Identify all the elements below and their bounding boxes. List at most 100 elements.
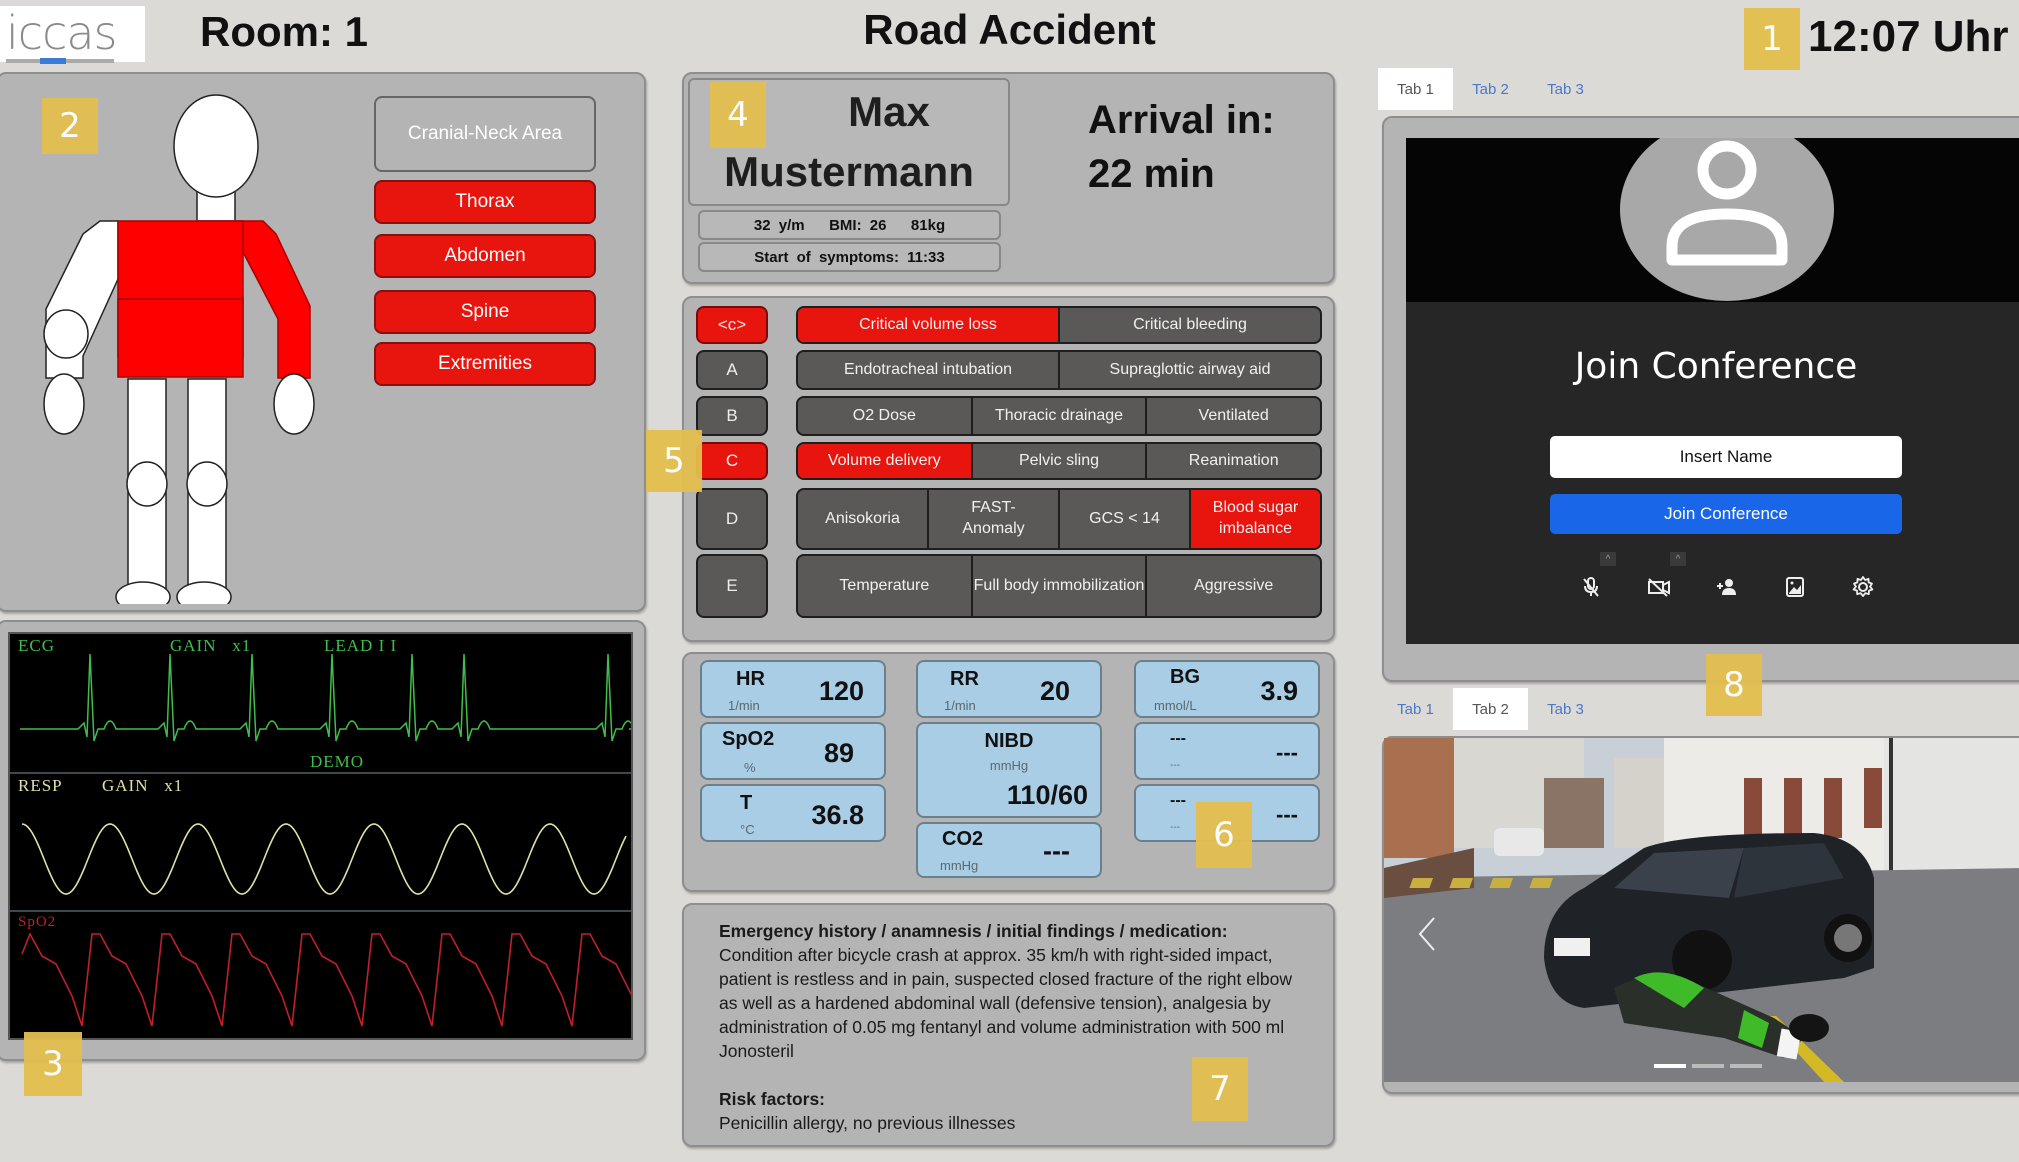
figure-abdomen[interactable] (117, 298, 244, 378)
abcde-option-supraglottic-airway-aid[interactable]: Supraglottic airway aid (1060, 352, 1320, 388)
spo2-waveform (21, 932, 631, 1027)
vital-unit: 1/min (728, 698, 760, 713)
abcde-option-pelvic-sling[interactable]: Pelvic sling (973, 444, 1148, 478)
demographics-text: 32 y/m BMI: 26 81kg (753, 216, 946, 234)
symptom-start-text: Start of symptoms: 11:33 (754, 248, 945, 266)
abcde-key-e[interactable]: E (696, 554, 768, 618)
vital-name: --- (1170, 792, 1186, 809)
media-tab-3[interactable]: Tab 3 (1528, 688, 1603, 730)
section-badge-6: 6 (1196, 802, 1252, 868)
region-button-cranial-neck[interactable]: Cranial-Neck Area (374, 96, 596, 172)
abcde-options-row: Endotracheal intubation Supraglottic airw… (796, 350, 1322, 390)
vitals-panel: HR 1/min 120 SpO2 % 89 T °C 36.8 RR 1/mi… (682, 652, 1335, 892)
figure-left-knee[interactable] (186, 461, 228, 507)
abcde-option-full-body-immobilization[interactable]: Full body immobilization (973, 556, 1148, 616)
add-person-icon[interactable] (1710, 570, 1744, 604)
abcde-option-gcs-14[interactable]: GCS < 14 (1060, 490, 1191, 548)
carousel-indicators (1654, 1064, 1762, 1068)
region-button-thorax[interactable]: Thorax (374, 180, 596, 224)
abcde-key-a[interactable]: A (696, 350, 768, 390)
abcde-options-row: Volume delivery Pelvic sling Reanimation (796, 442, 1322, 480)
carousel-dot[interactable] (1692, 1064, 1724, 1068)
figure-left-arm[interactable] (237, 220, 311, 379)
abcde-option-endotracheal-intubation[interactable]: Endotracheal intubation (798, 352, 1060, 388)
abcde-option-temperature[interactable]: Temperature (798, 556, 973, 616)
conference-screen: Join Conference Join Conference ^ ^ (1406, 138, 2019, 644)
name-input[interactable] (1550, 436, 1902, 478)
vital-name: BG (1170, 666, 1200, 688)
mic-off-icon[interactable] (1574, 570, 1608, 604)
media-panel (1382, 736, 2019, 1094)
abcde-option-ventilated[interactable]: Ventilated (1147, 398, 1320, 434)
vital-name: SpO2 (722, 728, 775, 750)
camera-off-icon[interactable] (1642, 570, 1676, 604)
patient-monitor-panel: ECG GAIN x1 LEAD I I DEMO RESP GAIN x1 S… (0, 620, 646, 1096)
carousel-dot[interactable] (1730, 1064, 1762, 1068)
vital-bg: BG mmol/L 3.9 (1134, 660, 1320, 718)
section-badge-7: 7 (1192, 1057, 1248, 1121)
figure-right-knee[interactable] (126, 461, 168, 507)
abcde-option-thoracic-drainage[interactable]: Thoracic drainage (973, 398, 1148, 434)
abcde-option-aggressive[interactable]: Aggressive (1147, 556, 1320, 616)
vital-hr: HR 1/min 120 (700, 660, 886, 718)
section-badge-8: 8 (1706, 654, 1762, 716)
logo-accent (40, 58, 66, 64)
figure-left-hand[interactable] (273, 373, 315, 435)
region-button-spine[interactable]: Spine (374, 290, 596, 334)
media-tabs: Tab 1 Tab 2 Tab 3 (1378, 688, 1603, 730)
figure-head[interactable] (173, 94, 259, 198)
conference-tab-3[interactable]: Tab 3 (1528, 68, 1603, 110)
figure-right-elbow[interactable] (43, 309, 89, 359)
body-regions-panel: 2 Cranial-Neck Area Thorax Abdomen Spine… (0, 72, 646, 612)
section-badge-4: 4 (710, 82, 766, 148)
arrival-label: Arrival in: (1088, 98, 1275, 142)
vital-name: NIBD (984, 730, 1034, 752)
abcde-option-critical-bleeding[interactable]: Critical bleeding (1060, 308, 1320, 342)
abcde-options-row: Temperature Full body immobilization Aggre… (796, 554, 1322, 618)
conference-tab-1[interactable]: Tab 1 (1378, 68, 1453, 110)
vital-name: CO2 (942, 828, 984, 850)
abcde-options-row: Anisokoria FAST- Anomaly GCS < 14 Blood sug… (796, 488, 1322, 550)
camera-options-caret[interactable]: ^ (1670, 552, 1686, 566)
symptom-start: Start of symptoms: 11:33 (698, 242, 1001, 272)
abcde-key-c[interactable]: C (696, 442, 768, 480)
figure-right-hand[interactable] (43, 373, 85, 435)
waveforms (20, 653, 631, 1027)
abcde-option-reanimation[interactable]: Reanimation (1147, 444, 1320, 478)
vital-co2: CO2 mmHg --- (916, 822, 1102, 878)
section-badge-3: 3 (24, 1032, 82, 1096)
conference-tab-2[interactable]: Tab 2 (1453, 68, 1528, 110)
region-button-abdomen[interactable]: Abdomen (374, 234, 596, 278)
carousel-prev-button[interactable] (1404, 888, 1444, 968)
abcde-option-anisokoria[interactable]: Anisokoria (798, 490, 929, 548)
abcde-option-volume-delivery[interactable]: Volume delivery (798, 444, 973, 478)
abcde-option-fast-anomaly[interactable]: FAST- Anomaly (929, 490, 1060, 548)
abcde-key-b[interactable]: B (696, 396, 768, 436)
vital-value: --- (1276, 802, 1298, 827)
region-button-extremities[interactable]: Extremities (374, 342, 596, 386)
vital-unit: °C (740, 822, 755, 837)
scenario-title: Road Accident (863, 6, 1156, 53)
abcde-key-critical-c[interactable]: <c> (696, 306, 768, 344)
patient-last-name: Mustermann (724, 148, 974, 195)
abcde-option-blood-sugar-imbalance[interactable]: Blood sugar imbalance (1191, 490, 1320, 548)
join-conference-button[interactable]: Join Conference (1550, 494, 1902, 534)
mic-options-caret[interactable]: ^ (1600, 552, 1616, 566)
body-figure (43, 94, 315, 604)
vital-unit: 1/min (944, 698, 976, 713)
media-tab-2[interactable]: Tab 2 (1453, 688, 1528, 730)
vital-unit: mmHg (989, 758, 1029, 773)
accident-scene-image (1384, 738, 2019, 1082)
abcde-option-o2-dose[interactable]: O2 Dose (798, 398, 973, 434)
media-tab-1[interactable]: Tab 1 (1378, 688, 1453, 730)
vital-value: --- (1043, 836, 1070, 866)
vital-unit: --- (1170, 760, 1180, 771)
vital-value: 20 (1039, 676, 1070, 706)
vital-empty-1: --- --- --- (1134, 722, 1320, 780)
settings-icon[interactable] (1846, 570, 1880, 604)
carousel-dot-active[interactable] (1654, 1064, 1686, 1068)
abcde-key-d[interactable]: D (696, 488, 768, 550)
abcde-option-critical-volume-loss[interactable]: Critical volume loss (798, 308, 1060, 342)
vital-unit: mmol/L (1154, 698, 1197, 713)
background-image-icon[interactable] (1778, 570, 1812, 604)
